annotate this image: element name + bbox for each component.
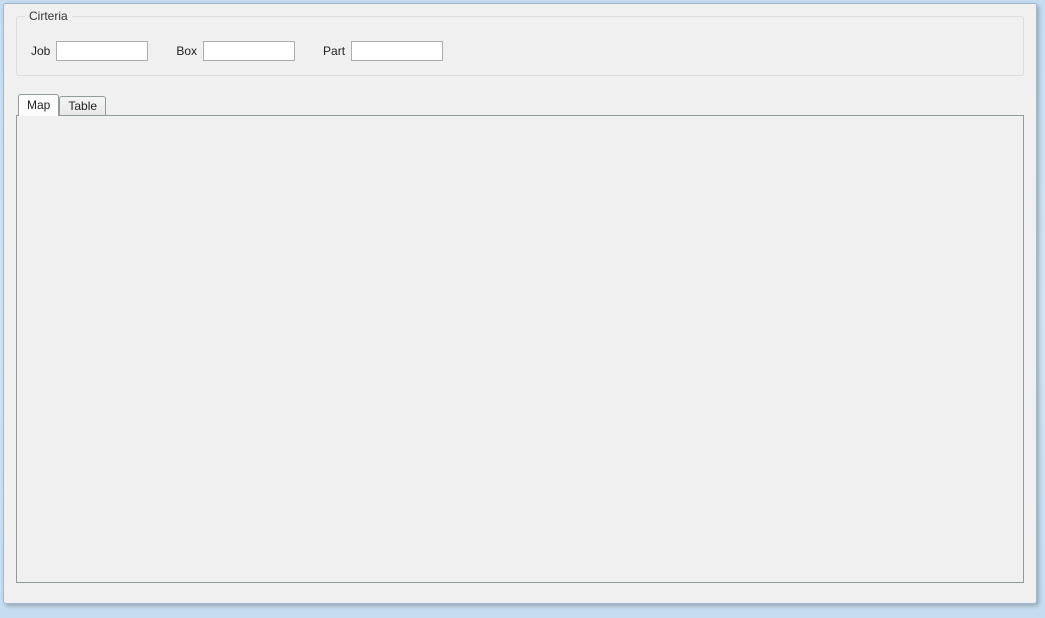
main-panel: Cirteria Job Box Part Map Table xyxy=(3,3,1037,604)
job-input[interactable] xyxy=(56,41,148,61)
box-label: Box xyxy=(176,44,197,58)
criteria-group-title: Cirteria xyxy=(25,9,72,23)
tab-content-area xyxy=(16,115,1024,583)
job-label: Job xyxy=(31,44,50,58)
tab-map[interactable]: Map xyxy=(18,94,59,116)
criteria-groupbox: Cirteria Job Box Part xyxy=(16,16,1024,76)
part-input[interactable] xyxy=(351,41,443,61)
criteria-row: Job Box Part xyxy=(31,41,1009,61)
tab-control: Map Table xyxy=(16,94,1024,583)
tab-table[interactable]: Table xyxy=(59,96,106,115)
tab-strip: Map Table xyxy=(16,94,1024,115)
part-label: Part xyxy=(323,44,345,58)
box-input[interactable] xyxy=(203,41,295,61)
